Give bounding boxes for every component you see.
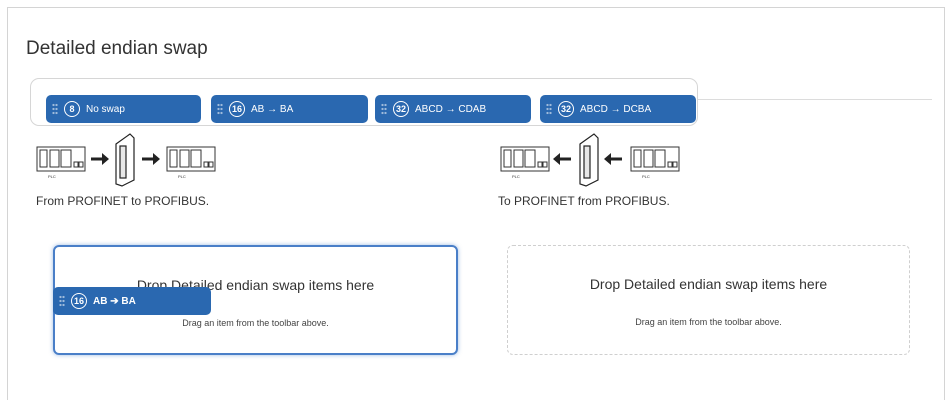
toolbar-item-abcd-dcba[interactable]: 32 ABCD → DCBA	[540, 95, 696, 123]
drag-handle-icon[interactable]	[546, 103, 552, 115]
toolbar-item-ab-ba[interactable]: 16 AB → BA	[211, 95, 368, 123]
dropzone-hint: Drag an item from the toolbar above.	[635, 317, 782, 327]
toolbar-item-label: ABCD → DCBA	[580, 103, 652, 115]
bit-size-badge: 32	[393, 101, 410, 117]
toolbar-item-abcd-cdab[interactable]: 32 ABCD → CDAB	[375, 95, 531, 123]
profinet-to-profibus-diagram-icon: PLC PLC	[36, 133, 216, 187]
profibus-to-profinet-dropzone[interactable]: Drop Detailed endian swap items here Dra…	[507, 245, 910, 355]
plc-label: PLC	[48, 174, 56, 179]
bit-size-badge: 32	[558, 101, 575, 117]
dragging-item-ab-ba[interactable]: 16 AB ➔ BA	[53, 287, 211, 315]
drag-handle-icon[interactable]	[52, 103, 58, 115]
right-diagram-caption: To PROFINET from PROFIBUS.	[498, 194, 670, 208]
section-title: Detailed endian swap	[26, 38, 208, 59]
left-diagram-caption: From PROFINET to PROFIBUS.	[36, 194, 210, 208]
dragging-item-label: AB ➔ BA	[93, 295, 136, 307]
drag-handle-icon[interactable]	[217, 103, 223, 115]
bit-size-badge: 16	[229, 101, 246, 117]
toolbar-item-label: AB → BA	[251, 103, 294, 115]
dropzone-hint: Drag an item from the toolbar above.	[182, 318, 329, 328]
plc-label: PLC	[178, 174, 186, 179]
drag-handle-icon[interactable]	[381, 103, 387, 115]
profibus-to-profinet-diagram-icon: PLC PLC	[500, 133, 680, 187]
dropzone-title: Drop Detailed endian swap items here	[589, 276, 828, 292]
bit-size-badge: 8	[64, 101, 80, 117]
bit-size-badge: 16	[71, 293, 88, 309]
drag-handle-icon[interactable]	[59, 295, 65, 307]
plc-label: PLC	[512, 174, 520, 179]
toolbar-item-label: ABCD → CDAB	[415, 103, 487, 115]
toolbar-item-label: No swap	[86, 103, 125, 115]
toolbar-item-no-swap[interactable]: 8 No swap	[46, 95, 201, 123]
plc-label: PLC	[642, 174, 650, 179]
